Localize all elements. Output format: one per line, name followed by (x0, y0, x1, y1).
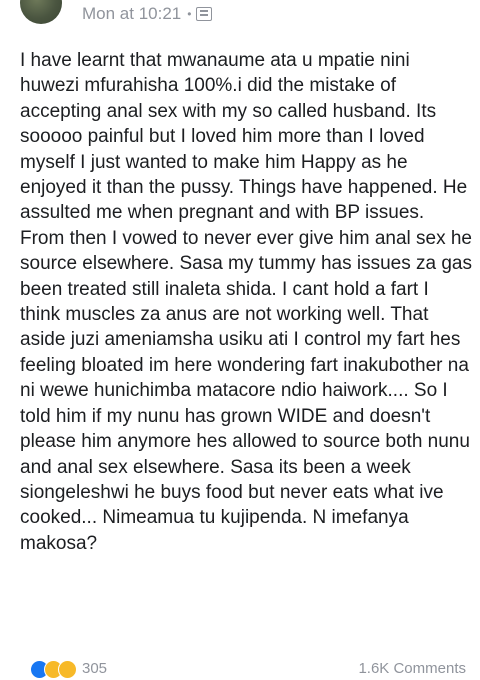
meta-separator: • (187, 7, 192, 21)
post-header: Mon at 10:21 • (0, 0, 480, 34)
post-text: I have learnt that mwanaume ata u mpatie… (20, 50, 473, 554)
wow-icon[interactable] (58, 660, 77, 679)
post-meta: Mon at 10:21 • (82, 4, 213, 24)
post-footer: 305 1.6K Comments (0, 660, 480, 680)
comments-count[interactable]: 1.6K Comments (358, 660, 466, 677)
reaction-count[interactable]: 305 (82, 660, 107, 677)
avatar[interactable] (20, 0, 62, 24)
post-timestamp[interactable]: Mon at 10:21 (82, 4, 181, 24)
globe-icon[interactable] (196, 7, 213, 21)
